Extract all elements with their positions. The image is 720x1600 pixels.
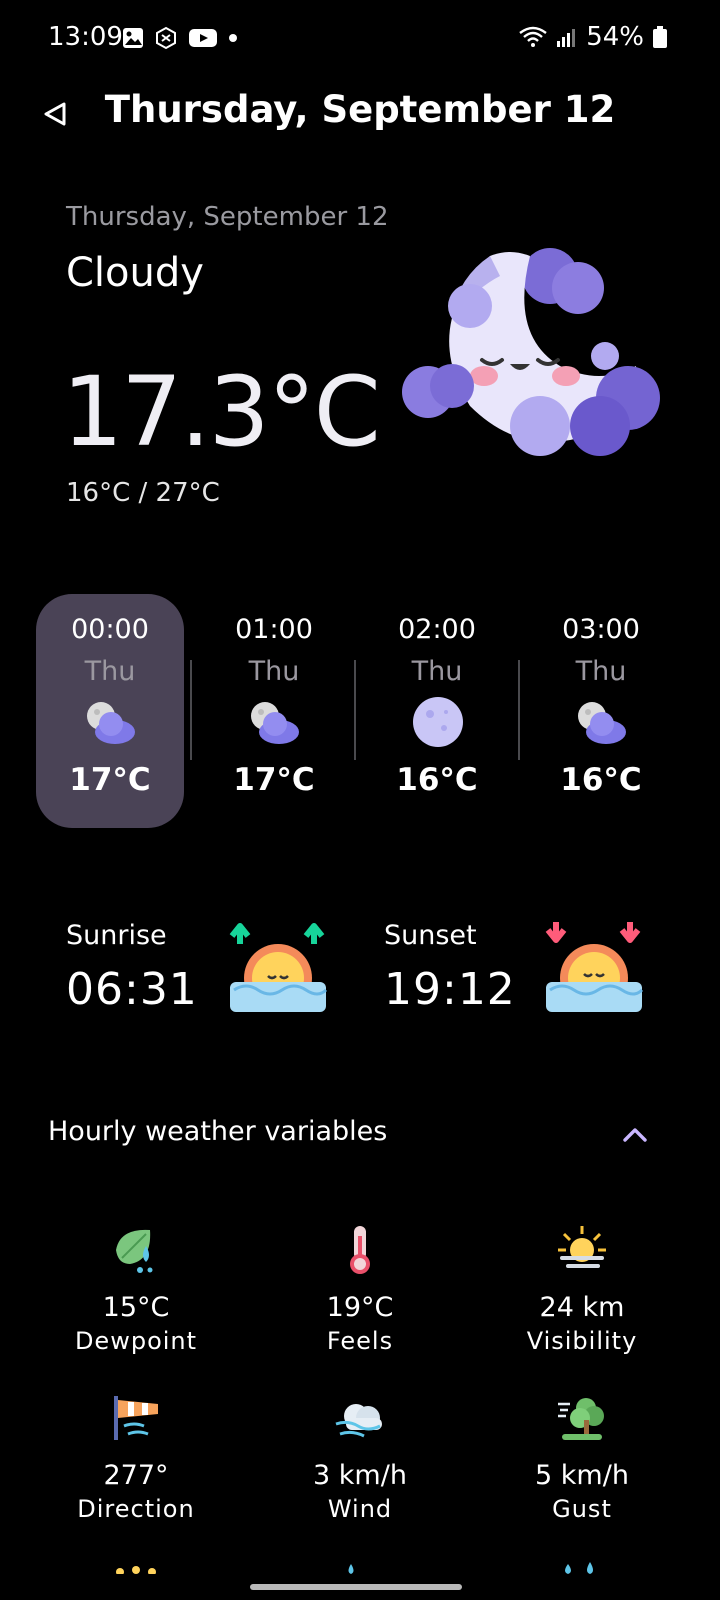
hour-temp: 17°C: [69, 762, 151, 798]
dewpoint-icon: [116, 1229, 153, 1273]
section-title: Hourly weather variables: [48, 1116, 388, 1147]
divider: [518, 660, 520, 760]
battery-percent: 54%: [586, 22, 644, 52]
hour-card[interactable]: 02:00 Thu 16°C: [363, 594, 511, 828]
sunset-block: Sunset 19:12: [384, 900, 544, 1020]
hour-card[interactable]: 01:00 Thu 17°C: [200, 594, 348, 828]
next-row-icon: [565, 1562, 593, 1574]
current-temperature: 17.3°C: [62, 356, 381, 468]
visibility-tile: 24 km Visibility: [472, 1224, 692, 1355]
direction-value: 277°: [103, 1460, 169, 1491]
chevron-up-icon[interactable]: [620, 1122, 650, 1146]
battery-icon: [653, 26, 667, 48]
direction-tile: 277° Direction: [26, 1392, 246, 1523]
divider: [354, 660, 356, 760]
next-row-icon: [116, 1566, 156, 1574]
top-app-bar: Thursday, September 12: [0, 80, 720, 144]
visibility-icon: [558, 1226, 606, 1268]
wind-label: Wind: [327, 1495, 393, 1523]
wind-value: 3 km/h: [313, 1460, 407, 1491]
moon-icon: [413, 697, 463, 747]
moon-cloud-icon: [578, 702, 626, 744]
hour-temp: 17°C: [233, 762, 315, 798]
hour-day: Thu: [575, 656, 627, 687]
hour-day: Thu: [84, 656, 136, 687]
sunrise-icon: [229, 923, 328, 1012]
hour-time: 03:00: [562, 614, 640, 645]
sunset-icon: [545, 922, 644, 1012]
sunrise-label: Sunrise: [66, 920, 167, 951]
app-hex-icon: [156, 26, 176, 50]
dewpoint-label: Dewpoint: [74, 1327, 198, 1355]
hour-temp: 16°C: [396, 762, 478, 798]
wind-tile: 3 km/h Wind: [250, 1392, 470, 1523]
status-right: 54%: [518, 22, 668, 52]
home-indicator[interactable]: [250, 1584, 462, 1590]
moon-cloud-icon: [87, 702, 135, 744]
next-row-icon: [348, 1564, 354, 1574]
windsock-icon: [114, 1396, 158, 1440]
hour-time: 02:00: [398, 614, 476, 645]
sunrise-time: 06:31: [66, 964, 198, 1015]
feels-label: Feels: [326, 1327, 394, 1355]
thermometer-icon: [350, 1226, 370, 1274]
hour-temp: 16°C: [560, 762, 642, 798]
sunset-label: Sunset: [384, 920, 477, 951]
hour-day: Thu: [411, 656, 463, 687]
gust-icon: [558, 1398, 604, 1440]
status-time: 13:09: [48, 22, 123, 52]
visibility-label: Visibility: [526, 1327, 638, 1355]
dot-icon: [229, 34, 237, 42]
moon-cloud-icon: [251, 702, 299, 744]
current-date: Thursday, September 12: [66, 202, 389, 232]
sunset-time: 19:12: [384, 964, 516, 1015]
hour-time: 00:00: [71, 614, 149, 645]
gust-label: Gust: [552, 1495, 612, 1523]
wifi-icon: [519, 26, 547, 47]
gust-value: 5 km/h: [535, 1460, 629, 1491]
visibility-value: 24 km: [539, 1292, 625, 1323]
dewpoint-tile: 15°C Dewpoint: [26, 1224, 246, 1355]
current-condition: Cloudy: [66, 250, 204, 296]
direction-label: Direction: [77, 1495, 195, 1523]
dewpoint-value: 15°C: [102, 1292, 170, 1323]
notification-icons: [122, 26, 238, 50]
sleeping-moon-icon: [402, 248, 660, 456]
hourly-forecast: 00:00 Thu 17°C 01:00 Thu 17°C 02:00 Thu …: [36, 594, 686, 828]
page-title: Thursday, September 12: [104, 88, 616, 131]
wind-icon: [335, 1404, 382, 1438]
sunrise-block: Sunrise 06:31: [66, 900, 226, 1020]
feels-value: 19°C: [326, 1292, 394, 1323]
hour-time: 01:00: [235, 614, 313, 645]
temperature-range: 16°C / 27°C: [66, 478, 220, 508]
divider: [190, 660, 192, 760]
youtube-icon: [189, 29, 217, 47]
hour-card[interactable]: 00:00 Thu 17°C: [36, 594, 184, 828]
status-bar: 13:09 54%: [0, 0, 720, 80]
signal-icon: [557, 29, 576, 47]
hour-card[interactable]: 03:00 Thu 16°C: [527, 594, 675, 828]
gallery-icon: [123, 28, 143, 48]
feels-tile: 19°C Feels: [250, 1224, 470, 1355]
hour-day: Thu: [248, 656, 300, 687]
gust-tile: 5 km/h Gust: [472, 1392, 692, 1523]
